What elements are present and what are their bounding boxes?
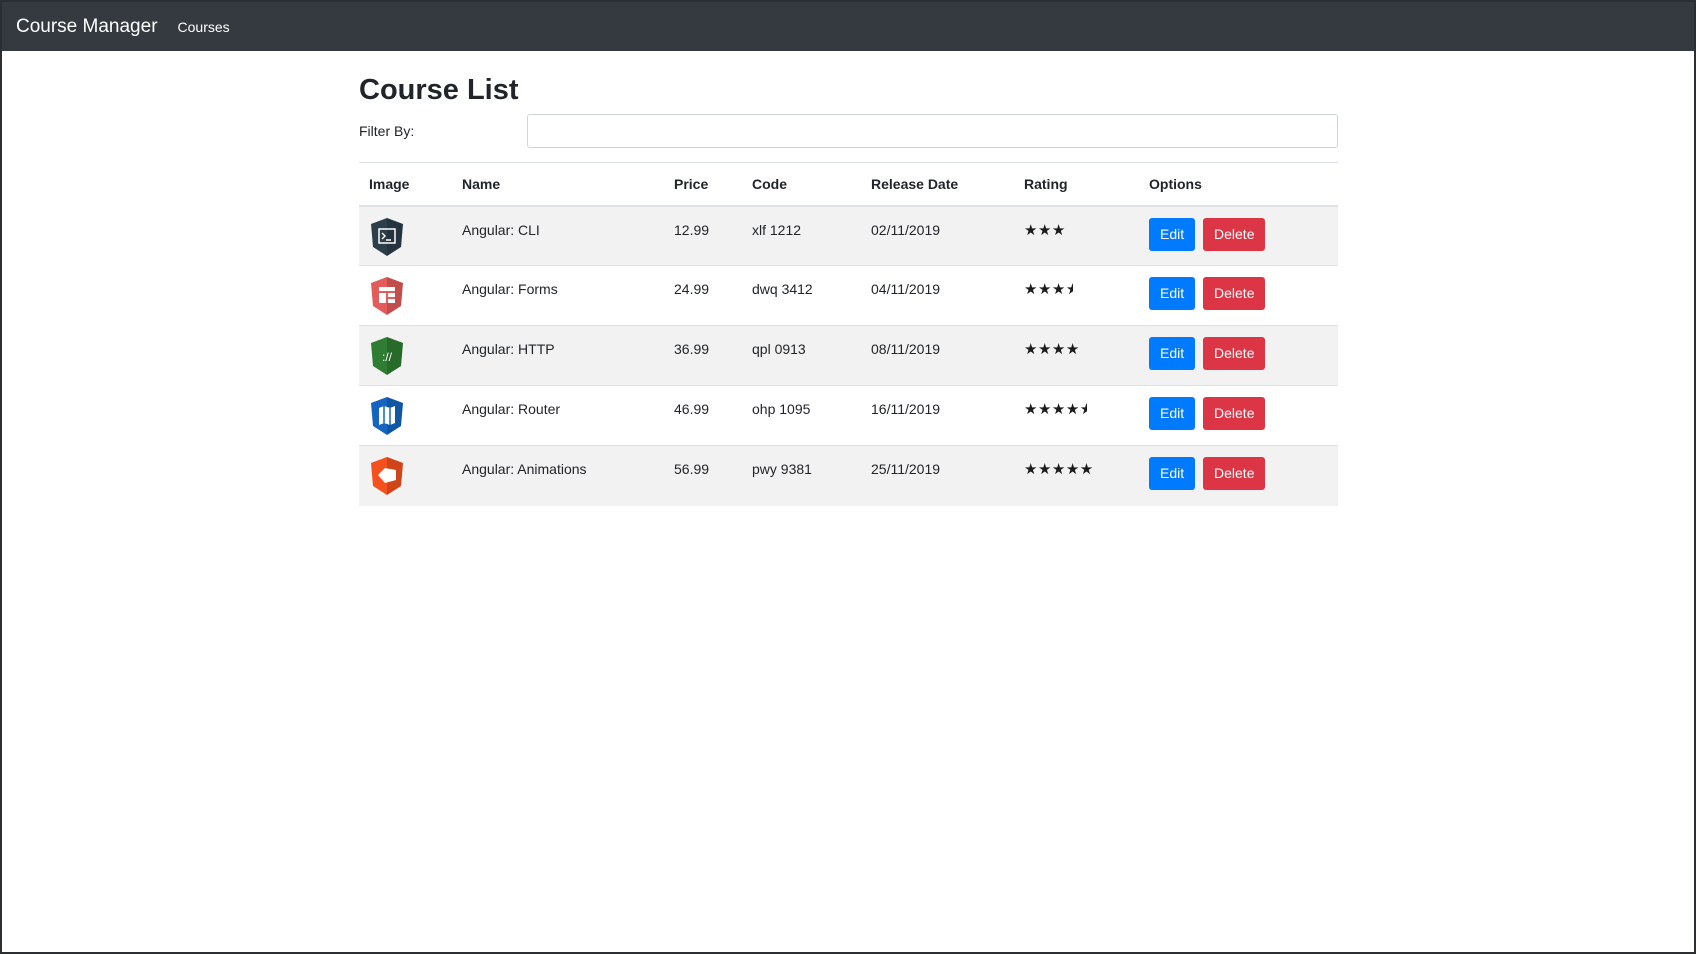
name-cell: Angular: HTTP: [452, 325, 664, 386]
code-cell: xlf 1212: [742, 205, 861, 266]
release-date-cell: 08/11/2019: [861, 325, 1014, 386]
edit-button[interactable]: Edit: [1149, 217, 1196, 251]
name-cell: Angular: CLI: [452, 205, 664, 266]
main-container: Course List Filter By: Image Name Price …: [359, 70, 1338, 506]
edit-button[interactable]: Edit: [1149, 277, 1196, 310]
delete-button[interactable]: Delete: [1203, 217, 1266, 251]
edit-button[interactable]: Edit: [1149, 457, 1196, 490]
nav-link-courses[interactable]: Courses: [178, 19, 230, 35]
terminal-shield-icon: [369, 217, 405, 260]
star-rating-fill: ★★★★★: [1024, 401, 1087, 418]
rating-cell: ★★★★★ ★★★★★: [1014, 325, 1139, 386]
price-cell: 56.99: [664, 445, 742, 506]
table-row: Angular: CLI 12.99 xlf 1212 02/11/2019 ★…: [359, 205, 1338, 266]
name-cell: Angular: Forms: [452, 265, 664, 326]
price-cell: 36.99: [664, 325, 742, 386]
router-shield-icon: [369, 397, 405, 439]
filter-label: Filter By:: [359, 123, 415, 139]
rating-cell: ★★★★★ ★★★★★: [1014, 385, 1139, 446]
edit-button[interactable]: Edit: [1149, 397, 1196, 430]
options-cell: Edit Delete: [1139, 325, 1338, 386]
release-date-cell: 16/11/2019: [861, 385, 1014, 446]
options-cell: Edit Delete: [1139, 205, 1338, 266]
code-cell: qpl 0913: [742, 325, 861, 386]
table-header-row: Image Name Price Code Release Date Ratin…: [359, 162, 1338, 207]
star-rating: ★★★★★ ★★★★★: [1024, 281, 1094, 298]
price-cell: 12.99: [664, 205, 742, 266]
options-cell: Edit Delete: [1139, 445, 1338, 506]
price-cell: 46.99: [664, 385, 742, 446]
table-body: Angular: CLI 12.99 xlf 1212 02/11/2019 ★…: [359, 205, 1338, 506]
column-header-release-date: Release Date: [861, 162, 1014, 207]
rating-cell: ★★★★★ ★★★★★: [1014, 205, 1139, 266]
navbar-brand[interactable]: Course Manager: [16, 16, 158, 38]
price-cell: 24.99: [664, 265, 742, 326]
delete-button[interactable]: Delete: [1203, 337, 1266, 370]
star-rating-fill: ★★★★★: [1024, 461, 1094, 478]
delete-button[interactable]: Delete: [1203, 397, 1266, 430]
table-row: Angular: Animations 56.99 pwy 9381 25/11…: [359, 445, 1338, 506]
table-row: Angular: Forms 24.99 dwq 3412 04/11/2019…: [359, 265, 1338, 326]
svg-text:://: ://: [382, 350, 393, 364]
release-date-cell: 02/11/2019: [861, 205, 1014, 266]
image-cell: [359, 385, 452, 446]
delete-button[interactable]: Delete: [1203, 277, 1266, 310]
column-header-code: Code: [742, 162, 861, 207]
http-shield-icon: ://: [369, 337, 405, 379]
star-rating: ★★★★★ ★★★★★: [1024, 222, 1094, 239]
filter-row: Filter By:: [359, 114, 1338, 148]
name-cell: Angular: Router: [452, 385, 664, 446]
edit-button[interactable]: Edit: [1149, 337, 1196, 370]
table-row: Angular: Router 46.99 ohp 1095 16/11/201…: [359, 385, 1338, 446]
rating-cell: ★★★★★ ★★★★★: [1014, 445, 1139, 506]
column-header-name: Name: [452, 162, 664, 207]
release-date-cell: 04/11/2019: [861, 265, 1014, 326]
page-title: Course List: [359, 74, 519, 106]
star-rating: ★★★★★ ★★★★★: [1024, 341, 1094, 358]
forms-shield-icon: [369, 277, 405, 319]
table-row: :// Angular: HTTP 36.99 qpl 0913 08/11/2…: [359, 325, 1338, 386]
code-cell: dwq 3412: [742, 265, 861, 326]
star-rating-fill: ★★★★★: [1024, 341, 1080, 358]
image-cell: [359, 265, 452, 326]
options-cell: Edit Delete: [1139, 265, 1338, 326]
options-cell: Edit Delete: [1139, 385, 1338, 446]
image-cell: ://: [359, 325, 452, 386]
name-cell: Angular: Animations: [452, 445, 664, 506]
rating-cell: ★★★★★ ★★★★★: [1014, 265, 1139, 326]
star-rating-fill: ★★★★★: [1024, 281, 1073, 298]
column-header-image: Image: [359, 162, 452, 207]
image-cell: [359, 445, 452, 506]
filter-input[interactable]: [527, 114, 1338, 148]
release-date-cell: 25/11/2019: [861, 445, 1014, 506]
code-cell: ohp 1095: [742, 385, 861, 446]
star-rating: ★★★★★ ★★★★★: [1024, 401, 1094, 418]
delete-button[interactable]: Delete: [1203, 457, 1266, 490]
image-cell: [359, 205, 452, 266]
animations-shield-icon: [369, 457, 405, 499]
star-rating: ★★★★★ ★★★★★: [1024, 461, 1094, 478]
navbar: Course Manager Courses: [2, 2, 1694, 51]
column-header-options: Options: [1139, 162, 1338, 207]
star-rating-fill: ★★★★★: [1024, 221, 1066, 239]
courses-table: Image Name Price Code Release Date Ratin…: [359, 162, 1338, 506]
column-header-rating: Rating: [1014, 162, 1139, 207]
column-header-price: Price: [664, 162, 742, 207]
code-cell: pwy 9381: [742, 445, 861, 506]
